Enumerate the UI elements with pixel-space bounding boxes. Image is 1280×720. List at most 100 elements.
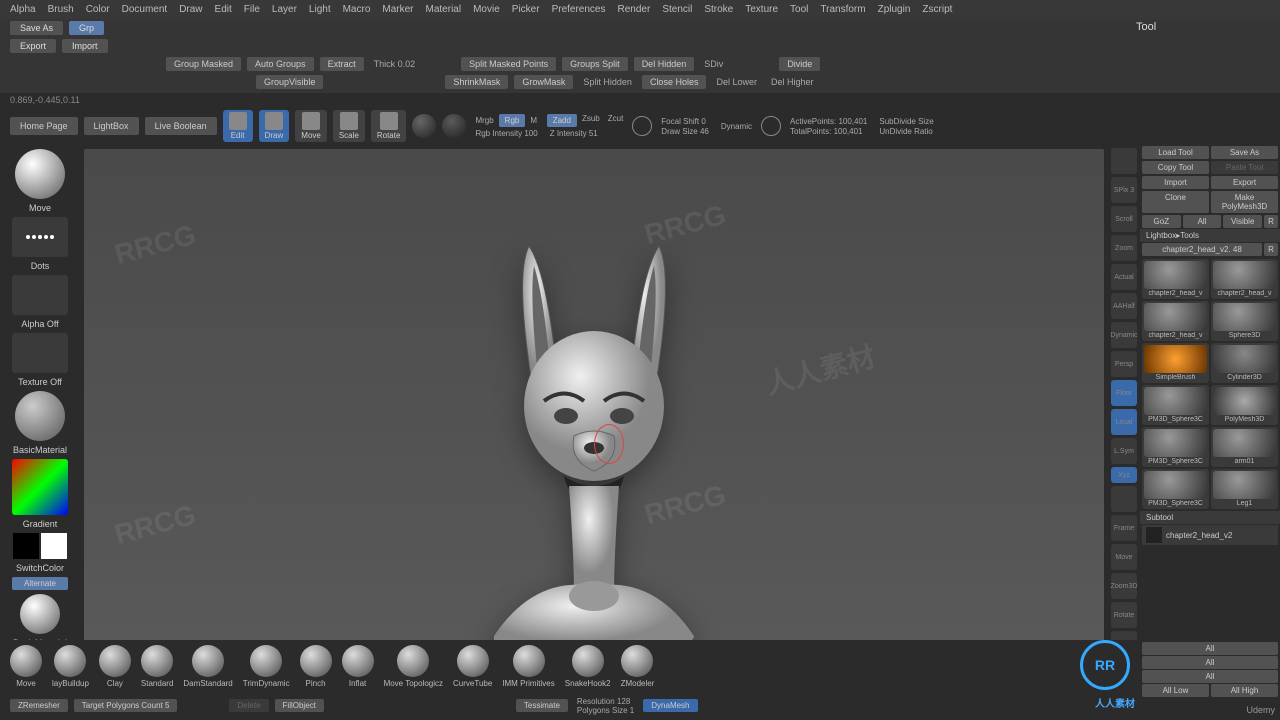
aahalf-button[interactable]: AAHalf	[1111, 293, 1137, 319]
goz-all[interactable]: All	[1183, 215, 1222, 228]
menu-draw[interactable]: Draw	[179, 4, 202, 15]
bpr-icon[interactable]	[1111, 148, 1137, 174]
focal-shift[interactable]: Focal Shift 0	[658, 117, 712, 126]
menu-preferences[interactable]: Preferences	[552, 4, 606, 15]
del-hidden[interactable]: Del Hidden	[634, 57, 695, 71]
thick-value[interactable]: Thick 0.02	[370, 59, 420, 69]
scroll-button[interactable]: Scroll	[1111, 206, 1137, 232]
lightbox-tab[interactable]: LightBox	[84, 117, 139, 135]
menu-tool[interactable]: Tool	[790, 4, 808, 15]
draw-mode[interactable]: Draw	[259, 110, 290, 142]
goz-visible[interactable]: Visible	[1223, 215, 1262, 228]
make-polymesh[interactable]: Make PolyMesh3D	[1211, 191, 1278, 213]
tool-item[interactable]: PM3D_Sphere3C	[1142, 385, 1209, 425]
menu-transform[interactable]: Transform	[820, 4, 865, 15]
menu-picker[interactable]: Picker	[512, 4, 540, 15]
depth-icon[interactable]	[761, 116, 781, 136]
export-tool[interactable]: Export	[1211, 176, 1278, 189]
dynamic-toggle[interactable]: Dynamic	[718, 122, 755, 131]
menu-document[interactable]: Document	[122, 4, 168, 15]
import-button[interactable]: Import	[62, 39, 108, 53]
groups-split[interactable]: Groups Split	[562, 57, 628, 71]
menu-marker[interactable]: Marker	[382, 4, 413, 15]
extract-button[interactable]: Extract	[320, 57, 364, 71]
texture-slot[interactable]	[12, 333, 68, 373]
move-view[interactable]: Move	[1111, 544, 1137, 570]
brush-clay[interactable]: Clay	[99, 645, 131, 688]
viewport[interactable]: RRCG RRCG RRCG RRCG 人人素材	[84, 149, 1104, 671]
saveas-tool[interactable]: Save As	[1211, 146, 1278, 159]
brush-move topologicz[interactable]: Move Topologicz	[384, 645, 443, 688]
menu-alpha[interactable]: Alpha	[10, 4, 36, 15]
resolution-value[interactable]: Resolution 128	[574, 697, 637, 706]
del-higher[interactable]: Del Higher	[767, 77, 818, 87]
move-mode[interactable]: Move	[295, 110, 327, 142]
center-icon[interactable]	[1111, 486, 1137, 512]
tool-item[interactable]: Cylinder3D	[1211, 343, 1278, 383]
shrink-mask[interactable]: ShrinkMask	[445, 75, 508, 89]
menu-zplugin[interactable]: Zplugin	[878, 4, 911, 15]
alpha-slot[interactable]	[12, 275, 68, 315]
brush-curvetube[interactable]: CurveTube	[453, 645, 492, 688]
local-button[interactable]: Local	[1111, 409, 1137, 435]
load-tool[interactable]: Load Tool	[1142, 146, 1209, 159]
rotate-mode[interactable]: Rotate	[371, 110, 407, 142]
menu-movie[interactable]: Movie	[473, 4, 500, 15]
grow-mask[interactable]: GrowMask	[514, 75, 573, 89]
frame-button[interactable]: Frame	[1111, 515, 1137, 541]
brush-zmodeler[interactable]: ZModeler	[621, 645, 655, 688]
tool-item[interactable]: PM3D_Sphere3C	[1142, 469, 1209, 509]
dynamesh-button[interactable]: DynaMesh	[643, 699, 697, 712]
brush-imm primitives[interactable]: IMM Primitives	[502, 645, 554, 688]
stroke-thumbnail[interactable]	[12, 217, 68, 257]
grp-button[interactable]: Grp	[69, 21, 104, 35]
brush-damstandard[interactable]: DamStandard	[183, 645, 232, 688]
tool-item[interactable]: chapter2_head_v	[1211, 259, 1278, 299]
color-swatches[interactable]	[13, 533, 67, 559]
tool-item[interactable]: PM3D_Sphere3C	[1142, 427, 1209, 467]
alternate-button[interactable]: Alternate	[12, 577, 68, 590]
auto-groups[interactable]: Auto Groups	[247, 57, 314, 71]
brush-thumbnail[interactable]	[15, 149, 65, 199]
subtool-item[interactable]: chapter2_head_v2	[1142, 525, 1278, 545]
brush-trimdynamic[interactable]: TrimDynamic	[243, 645, 290, 688]
menu-layer[interactable]: Layer	[272, 4, 297, 15]
tool-item[interactable]: Leg1	[1211, 469, 1278, 509]
zoom3d-button[interactable]: Zoom3D	[1111, 573, 1137, 599]
zoom-button[interactable]: Zoom	[1111, 235, 1137, 261]
rgb-button[interactable]: Rgb	[499, 114, 526, 127]
tool-r[interactable]: R	[1264, 243, 1278, 256]
goz-button[interactable]: GoZ	[1142, 215, 1181, 228]
brush-snakehook2[interactable]: SnakeHook2	[565, 645, 611, 688]
actual-button[interactable]: Actual	[1111, 264, 1137, 290]
xyz-button[interactable]: Xyz	[1111, 467, 1137, 483]
divide-button[interactable]: Divide	[779, 57, 820, 71]
filter-all-2[interactable]: All	[1142, 656, 1278, 669]
filter-all-1[interactable]: All	[1142, 642, 1278, 655]
scale-mode[interactable]: Scale	[333, 110, 365, 142]
menu-light[interactable]: Light	[309, 4, 331, 15]
group-masked[interactable]: Group Masked	[166, 57, 241, 71]
menu-color[interactable]: Color	[86, 4, 110, 15]
copy-tool[interactable]: Copy Tool	[1142, 161, 1209, 174]
split-hidden[interactable]: Split Hidden	[579, 77, 636, 87]
menu-edit[interactable]: Edit	[215, 4, 232, 15]
menu-macro[interactable]: Macro	[343, 4, 371, 15]
tool-item[interactable]: Sphere3D	[1211, 301, 1278, 341]
live-boolean[interactable]: Live Boolean	[145, 117, 217, 135]
subtool-header[interactable]: Subtool	[1140, 511, 1280, 524]
del-lower[interactable]: Del Lower	[712, 77, 761, 87]
z-intensity[interactable]: Z Intensity 51	[547, 129, 627, 138]
brush-standard[interactable]: Standard	[141, 645, 173, 688]
home-page-tab[interactable]: Home Page	[10, 117, 78, 135]
filter-all-3[interactable]: All	[1142, 670, 1278, 683]
tool-item[interactable]: chapter2_head_v	[1142, 259, 1209, 299]
zcut-button[interactable]: Zcut	[605, 114, 627, 127]
menu-material[interactable]: Material	[426, 4, 462, 15]
save-as-button[interactable]: Save As	[10, 21, 63, 35]
delete-button[interactable]: Delete	[229, 699, 268, 712]
clone-tool[interactable]: Clone	[1142, 191, 1209, 213]
fillobject-button[interactable]: FillObject	[275, 699, 324, 712]
menu-render[interactable]: Render	[618, 4, 651, 15]
switch-color[interactable]: SwitchColor	[16, 563, 64, 573]
